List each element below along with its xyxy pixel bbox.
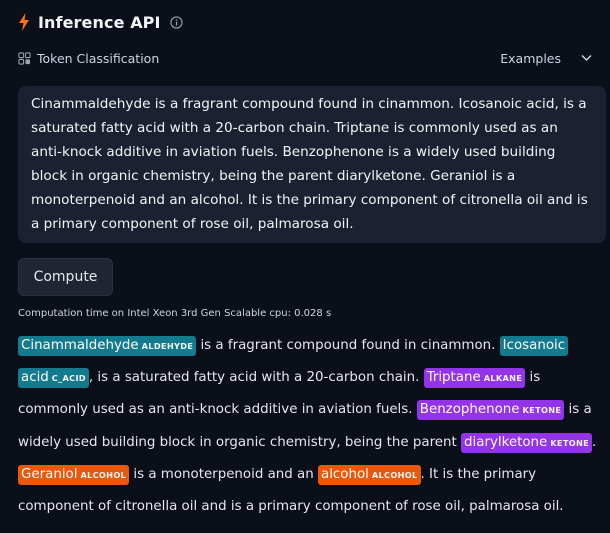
token-classification-output: Cinammaldehyde ALDEHYDE is a fragrant com…	[18, 330, 608, 522]
entity-chip: Benzophenone KETONE	[416, 400, 565, 421]
compute-button[interactable]: Compute	[18, 258, 113, 296]
output-text: is a fragrant compound found in cinammon…	[196, 338, 500, 353]
entity-chip: Geraniol ALCOHOL	[18, 464, 130, 485]
entity-chip: acid C_ACID	[18, 368, 89, 389]
entity-chip: Triptane ALKANE	[423, 368, 526, 389]
entity-text: Triptane	[426, 370, 481, 386]
input-textarea[interactable]: Cinammaldehyde is a fragrant compound fo…	[18, 86, 606, 243]
entity-label: ALCOHOL	[80, 469, 127, 480]
entity-chip: Icosanoic	[499, 336, 569, 356]
task-type: Token Classification	[18, 51, 159, 66]
output-text: is a monoterpenoid and an	[129, 466, 318, 482]
entity-text: alcohol	[320, 466, 369, 482]
entity-label: C_ACID	[51, 373, 86, 384]
entity-text: Benzophenone	[419, 402, 520, 418]
entity-text: acid	[21, 370, 49, 386]
lightning-bolt-icon	[19, 13, 29, 31]
info-icon[interactable]	[169, 15, 183, 29]
entity-chip: alcohol ALCOHOL	[317, 464, 421, 485]
token-classification-icon	[18, 51, 31, 65]
entity-label: KETONE	[550, 437, 590, 448]
chevron-down-icon	[581, 54, 592, 62]
entity-chip: diarylketone KETONE	[461, 432, 593, 453]
examples-dropdown[interactable]: Examples	[500, 51, 592, 66]
entity-text: diarylketone	[464, 434, 548, 450]
entity-label: ALCOHOL	[371, 469, 418, 480]
output-text: .	[592, 434, 597, 450]
entity-text: Cinammaldehyde	[21, 338, 139, 353]
output-text: , is a saturated fatty acid with a 20-ca…	[88, 370, 424, 386]
computation-time: Computation time on Intel Xeon 3rd Gen S…	[18, 308, 332, 319]
widget-title: Inference API	[38, 12, 161, 32]
entity-text: Icosanoic	[502, 338, 566, 353]
entity-label: ALDEHYDE	[141, 341, 194, 351]
task-bar: Token Classification Examples	[18, 48, 592, 68]
entity-label: ALKANE	[483, 373, 523, 384]
entity-label: KETONE	[522, 405, 562, 416]
entity-chip: Cinammaldehyde ALDEHYDE	[18, 336, 197, 356]
entity-text: Geraniol	[21, 466, 78, 482]
widget-header: Inference API	[18, 10, 183, 34]
examples-label: Examples	[500, 50, 561, 66]
task-label: Token Classification	[37, 50, 160, 66]
